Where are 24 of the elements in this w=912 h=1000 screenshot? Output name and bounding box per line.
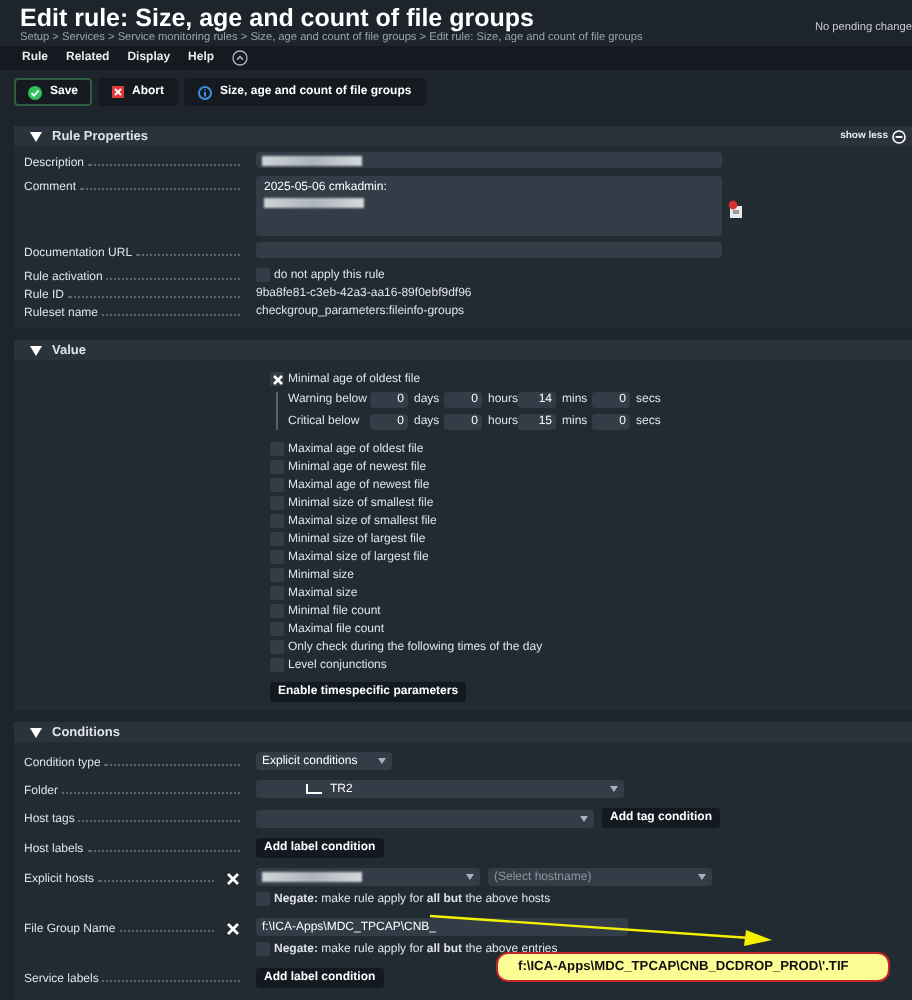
host-tags-select[interactable]	[256, 809, 594, 827]
collapse-icon[interactable]	[232, 50, 249, 66]
dropdown-caret-icon	[466, 874, 474, 880]
info-icon	[198, 85, 213, 99]
checkmark-icon	[28, 85, 42, 99]
blurred-text	[262, 872, 362, 882]
remove-icon[interactable]	[226, 922, 240, 936]
tree-branch-icon	[306, 784, 322, 794]
dropdown-caret-icon	[698, 874, 706, 880]
collapse-triangle-icon[interactable]	[30, 345, 42, 355]
collapse-triangle-icon[interactable]	[30, 727, 42, 737]
blurred-text	[262, 155, 362, 165]
dropdown-caret-icon	[580, 815, 588, 821]
checkbox[interactable]	[270, 372, 284, 386]
text-field[interactable]	[256, 152, 722, 168]
dropdown-caret-icon	[378, 758, 386, 764]
page-title: Edit rule: Size, age and count of file groups	[20, 6, 534, 32]
close-icon	[112, 86, 125, 98]
collapse-triangle-icon[interactable]	[30, 131, 42, 141]
host-select[interactable]	[256, 868, 480, 886]
blurred-text	[264, 198, 364, 208]
remove-icon[interactable]	[226, 872, 240, 886]
dropdown-caret-icon	[610, 786, 618, 792]
stamp-icon[interactable]	[728, 200, 744, 218]
